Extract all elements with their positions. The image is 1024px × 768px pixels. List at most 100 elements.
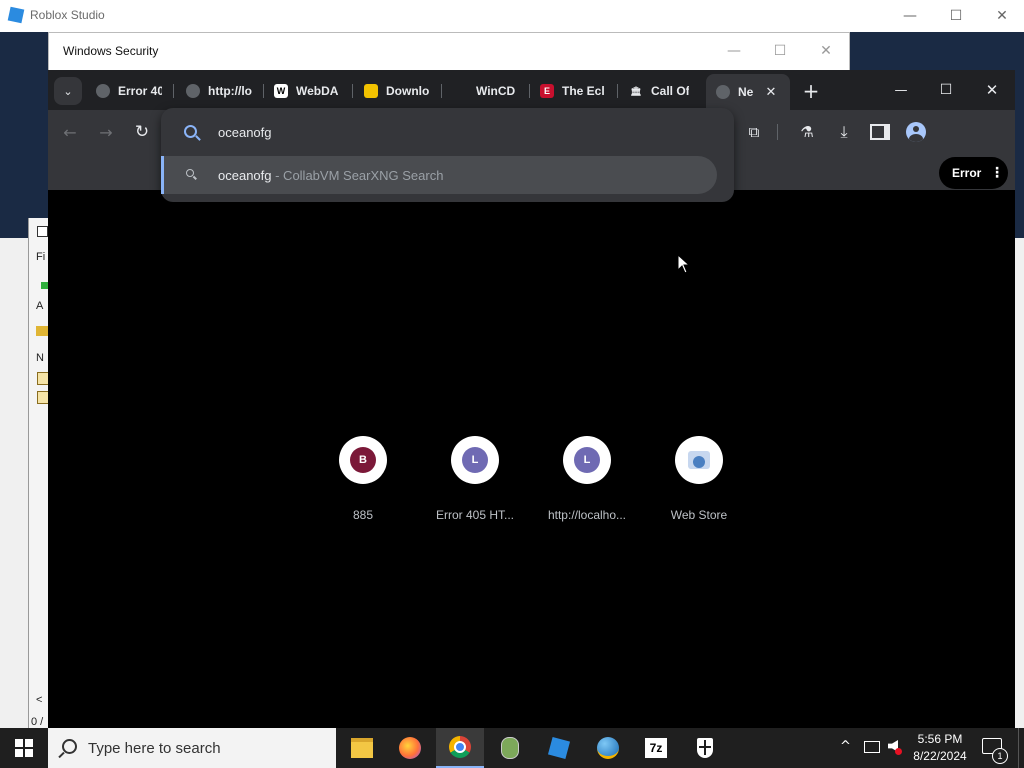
notification-count-badge: 1 <box>992 748 1008 764</box>
taskbar-search-box[interactable]: Type here to search <box>48 728 336 768</box>
windows-security-app[interactable] <box>681 728 729 768</box>
7zip-app[interactable]: 7z <box>632 728 680 768</box>
chrome-app[interactable] <box>436 728 484 768</box>
toolbar-divider <box>777 124 778 140</box>
tab-localhost[interactable]: http://lo <box>186 78 252 104</box>
tab-error-40[interactable]: Error 40 <box>96 78 162 104</box>
globe-icon <box>186 84 200 98</box>
shortcut-tile-web-store[interactable]: Web Store <box>649 436 749 522</box>
taskbar-search-handle <box>58 751 65 759</box>
roblox-logo-icon <box>7 6 25 24</box>
side-panel-icon[interactable] <box>866 118 894 146</box>
chevron-up-icon[interactable]: ^ <box>840 739 851 754</box>
taskbar-search-placeholder: Type here to search <box>88 740 221 757</box>
folder-icon <box>351 738 373 758</box>
omnibox-dropdown: oceanofg oceanofg - CollabVM SearXNG Sea… <box>161 108 734 202</box>
profile-avatar-icon[interactable] <box>902 118 930 146</box>
shortcut-icon: L <box>451 436 499 484</box>
network-app[interactable] <box>584 728 632 768</box>
mute-badge-icon <box>895 748 902 755</box>
clock-time: 5:56 PM <box>917 732 963 746</box>
tab-separator <box>529 84 530 98</box>
taskbar-search-icon <box>62 739 77 754</box>
tab-webdav[interactable]: W WebDA <box>274 78 340 104</box>
folder-up-icon <box>36 326 48 336</box>
chrome-icon <box>449 736 471 758</box>
roblox-studio-app[interactable] <box>535 728 583 768</box>
suggestion-source: - CollabVM SearXNG Search <box>271 168 444 183</box>
chrome-close-button[interactable]: ✕ <box>977 76 1007 104</box>
roblox-minimize-button[interactable]: — <box>887 0 933 32</box>
forward-button[interactable]: → <box>92 118 120 146</box>
roblox-maximize-button[interactable]: ☐ <box>933 0 979 32</box>
panel-text-file: Fi <box>36 251 46 263</box>
roblox-titlebar[interactable]: Roblox Studio — ☐ ✕ <box>0 0 1024 32</box>
active-tab-new-tab[interactable]: Ne ✕ <box>706 74 790 110</box>
back-button[interactable]: ← <box>56 118 84 146</box>
shortcut-label: 885 <box>352 508 374 522</box>
labs-flask-icon[interactable]: ⚗ <box>793 118 821 146</box>
windows-taskbar: Type here to search 7z ^ 5:56 PM 8/22/20… <box>0 728 1024 768</box>
winsec-minimize-button[interactable]: — <box>711 33 757 69</box>
globe-network-icon <box>597 737 619 759</box>
chrome-minimize-button[interactable]: — <box>886 76 916 104</box>
extensions-icon[interactable]: ⧉ <box>740 118 768 146</box>
profile-error-button[interactable]: Error ⋮ <box>939 157 1008 189</box>
file-explorer-app[interactable] <box>338 728 386 768</box>
windows-logo-icon <box>15 739 33 757</box>
yellow-app-icon <box>364 84 378 98</box>
bug-app[interactable] <box>486 728 534 768</box>
kebab-menu-icon: ⋮ <box>990 165 1004 181</box>
web-store-icon <box>675 436 723 484</box>
download-icon[interactable]: ⤓ <box>830 118 858 146</box>
tab-search-button[interactable]: ⌄ <box>54 77 82 105</box>
shortcut-tile[interactable]: L Error 405 HT... <box>425 436 525 522</box>
winsec-close-button[interactable]: ✕ <box>803 33 849 69</box>
shortcut-label: Error 405 HT... <box>435 508 515 522</box>
windows-security-window: Windows Security — ☐ ✕ <box>48 32 850 72</box>
tab-wincd[interactable]: WinCD <box>476 78 518 104</box>
tab-label: Call Of <box>651 84 689 98</box>
roblox-close-button[interactable]: ✕ <box>979 0 1024 32</box>
active-tab-content: Ne <box>716 79 760 105</box>
tab-label: http://lo <box>208 84 252 98</box>
tab-label: Error 40 <box>118 84 162 98</box>
clock-date: 8/22/2024 <box>913 749 967 763</box>
start-button[interactable] <box>0 728 48 768</box>
tab-separator <box>352 84 353 98</box>
clock[interactable]: 5:56 PM 8/22/2024 <box>908 732 972 763</box>
firefox-app[interactable] <box>386 728 434 768</box>
panel-text-a: A <box>36 300 44 312</box>
globe-icon <box>96 84 110 98</box>
shortcut-icon: L <box>563 436 611 484</box>
globe-icon <box>716 85 730 99</box>
tab-download[interactable]: Downlo <box>364 78 430 104</box>
omnibox-input[interactable]: oceanofg <box>218 125 272 140</box>
tab-label: WinCD <box>476 84 516 98</box>
tab-the-eclipse[interactable]: E The Ecl <box>540 78 606 104</box>
shortcut-tile[interactable]: B 885 <box>313 436 413 522</box>
shortcut-label: http://localho... <box>547 508 627 522</box>
profile-error-label: Error <box>952 166 982 180</box>
firefox-icon <box>399 737 421 759</box>
tab-call-of[interactable]: 🏛 Call Of <box>629 78 689 104</box>
scroll-left-arrow[interactable]: < <box>36 694 42 706</box>
shortcut-tile[interactable]: L http://localho... <box>537 436 637 522</box>
tab-label: Downlo <box>386 84 430 98</box>
search-icon-handle <box>195 135 201 141</box>
bug-icon <box>501 737 519 759</box>
mouse-cursor-icon <box>677 254 691 274</box>
tab-label: The Ecl <box>562 84 605 98</box>
new-tab-button[interactable]: + <box>798 78 824 104</box>
tab-label: WebDA <box>296 84 339 98</box>
show-desktop-button[interactable] <box>1018 728 1024 768</box>
network-monitor-icon[interactable] <box>864 741 880 753</box>
omnibox-suggestion[interactable]: oceanofg - CollabVM SearXNG Search <box>161 156 717 194</box>
tab-strip: ⌄ Error 40 http://lo W WebDA Downlo WinC… <box>48 70 1015 110</box>
tab-separator <box>441 84 442 98</box>
close-tab-icon[interactable]: ✕ <box>762 83 780 101</box>
winsec-maximize-button[interactable]: ☐ <box>757 33 803 69</box>
chrome-maximize-button[interactable]: ☐ <box>931 76 961 104</box>
green-status-icon <box>41 282 48 289</box>
reload-button[interactable]: ↻ <box>128 118 156 146</box>
